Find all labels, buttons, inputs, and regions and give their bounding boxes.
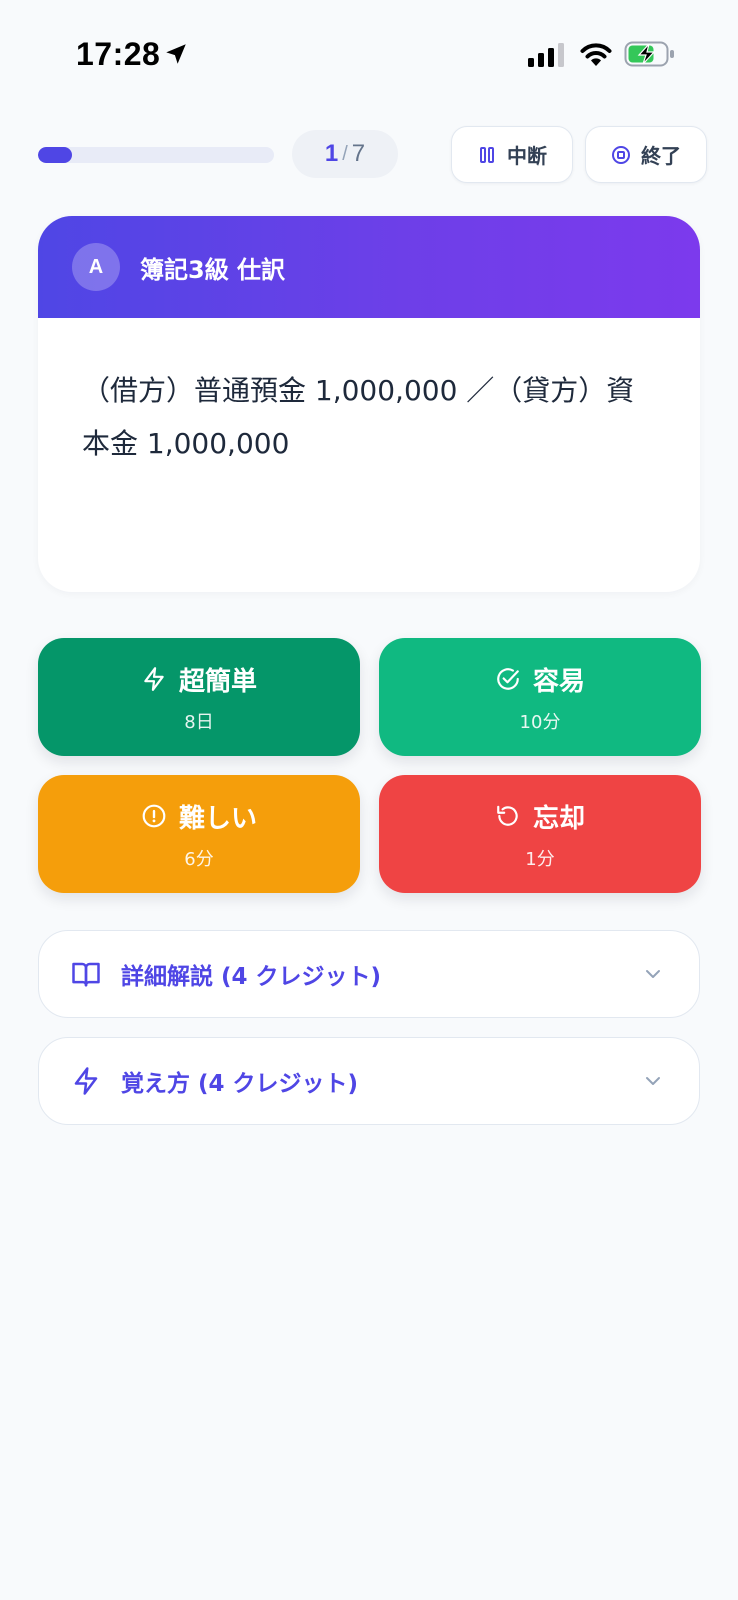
zap-icon xyxy=(74,1067,98,1095)
chevron-down-icon xyxy=(646,1077,660,1085)
rate-hard-button[interactable]: 難しい 6分 xyxy=(38,775,360,893)
rate-easy-button[interactable]: 容易 10分 xyxy=(379,638,701,756)
rate-forgot-button[interactable]: 忘却 1分 xyxy=(379,775,701,893)
chevron-down-icon xyxy=(646,970,660,978)
memorization-tips-label: 覚え方 (4 クレジット) xyxy=(121,1071,359,1097)
location-arrow-icon xyxy=(166,44,186,64)
book-open-icon xyxy=(72,962,100,987)
rotate-ccw-icon xyxy=(497,805,518,826)
check-circle-icon xyxy=(497,668,519,690)
pause-label: 中断 xyxy=(507,144,547,168)
pause-button[interactable]: 中断 xyxy=(451,126,573,183)
alert-circle-icon xyxy=(142,804,166,828)
card-question-text: （借方）普通預金 1,000,000 ／（貸方）資本金 1,000,000 xyxy=(82,374,635,460)
rate-forgot-interval: 1分 xyxy=(525,848,555,870)
cellular-signal-icon xyxy=(528,43,564,67)
session-progress-bar xyxy=(38,147,274,163)
rate-very-easy-label: 超簡単 xyxy=(178,666,257,697)
detailed-explanation-label: 詳細解説 (4 クレジット) xyxy=(121,964,382,990)
rate-forgot-label: 忘却 xyxy=(532,803,585,834)
rate-easy-label: 容易 xyxy=(532,666,585,697)
memorization-tips-accordion[interactable]: 覚え方 (4 クレジット) xyxy=(38,1037,700,1125)
rate-very-easy-button[interactable]: 超簡単 8日 xyxy=(38,638,360,756)
pause-icon xyxy=(480,146,494,163)
rate-easy-interval: 10分 xyxy=(519,711,561,733)
status-time: 17:28 xyxy=(76,36,161,72)
rate-hard-label: 難しい xyxy=(178,803,257,834)
end-label: 終了 xyxy=(641,144,681,168)
session-progress-fill xyxy=(38,147,72,163)
status-bar: 17:28 xyxy=(0,0,738,100)
counter-total: 7 xyxy=(351,140,366,167)
counter-separator: / xyxy=(342,142,348,165)
card-header: A 簿記3級 仕訳 xyxy=(38,216,700,318)
card-side-badge: A xyxy=(72,243,120,291)
battery-charging-icon xyxy=(624,41,674,67)
card-category: 簿記3級 仕訳 xyxy=(140,255,286,284)
zap-icon xyxy=(144,667,164,691)
detailed-explanation-accordion[interactable]: 詳細解説 (4 クレジット) xyxy=(38,930,700,1018)
card-counter: 1 / 7 xyxy=(292,130,398,178)
end-button[interactable]: 終了 xyxy=(585,126,707,183)
rate-hard-interval: 6分 xyxy=(184,848,214,870)
stop-circle-icon xyxy=(612,145,630,164)
counter-current: 1 xyxy=(324,140,339,167)
rate-very-easy-interval: 8日 xyxy=(184,711,214,733)
wifi-icon xyxy=(580,43,612,66)
flashcard[interactable]: A 簿記3級 仕訳 （借方）普通預金 1,000,000 ／（貸方）資本金 1,… xyxy=(38,216,700,592)
